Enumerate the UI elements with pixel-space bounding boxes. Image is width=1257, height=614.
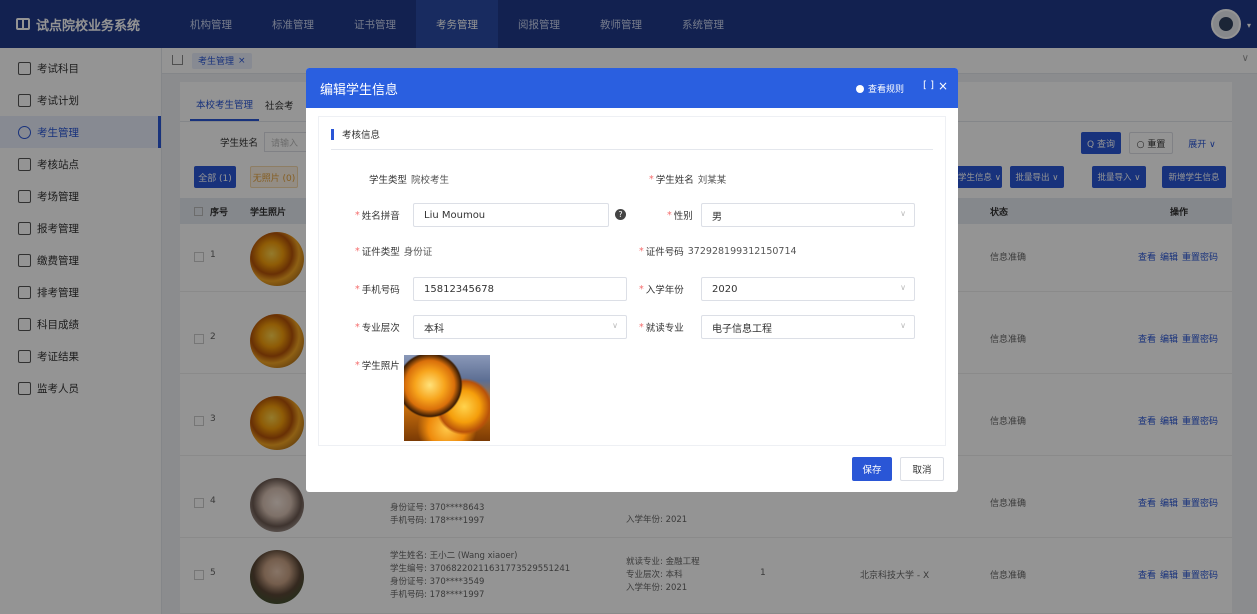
dialog-title: 编辑学生信息 <box>320 82 399 98</box>
chevron-down-icon: ∨ <box>612 321 618 330</box>
cancel-button[interactable]: 取消 <box>900 457 944 481</box>
enroll-year-select[interactable]: 2020 ∨ <box>701 277 915 301</box>
major-select[interactable]: 电子信息工程 ∨ <box>701 315 915 339</box>
level-label-row: * 专业层次 <box>355 321 400 335</box>
photo-label-row: * 学生照片 <box>355 359 400 373</box>
id-number-field: * 证件号码 372928199312150714 <box>639 245 797 259</box>
section-bar <box>331 128 334 140</box>
gender-label-row: * 性别 <box>667 209 693 223</box>
phone-label-row: * 手机号码 <box>355 283 400 297</box>
pinyin-label-row: * 姓名拼音 <box>355 209 400 223</box>
view-rules-link[interactable]: 查看规则 <box>855 82 904 95</box>
major-label-row: * 就读专业 <box>639 321 684 335</box>
gender-select[interactable]: 男 ∨ <box>701 203 915 227</box>
student-type-field: 学生类型 院校考生 <box>369 175 450 186</box>
major-level-select[interactable]: 本科 ∨ <box>413 315 627 339</box>
section-title: 考核信息 <box>331 127 380 141</box>
chevron-down-icon: ∨ <box>900 321 906 330</box>
chevron-down-icon: ∨ <box>900 283 906 292</box>
student-photo-upload[interactable] <box>404 355 490 441</box>
id-type-field: * 证件类型 身份证 <box>355 245 433 259</box>
help-icon[interactable]: ? <box>615 209 626 220</box>
edit-student-dialog: 编辑学生信息 查看规则 [ ] × 考核信息 学生类型 院校考生 * 学生姓名 … <box>306 68 958 492</box>
phone-input[interactable]: 15812345678 <box>413 277 627 301</box>
pinyin-input[interactable]: Liu Moumou <box>413 203 609 227</box>
close-icon[interactable]: × <box>938 79 948 93</box>
divider <box>331 149 933 150</box>
student-name-field: * 学生姓名 刘某某 <box>649 173 727 187</box>
fullscreen-icon[interactable]: [ ] <box>923 80 934 91</box>
dialog-body: 考核信息 学生类型 院校考生 * 学生姓名 刘某某 * 姓名拼音 Liu Mou… <box>318 116 946 446</box>
year-label-row: * 入学年份 <box>639 283 684 297</box>
info-icon <box>855 84 864 93</box>
chevron-down-icon: ∨ <box>900 209 906 218</box>
dialog-header: 编辑学生信息 查看规则 [ ] × <box>306 68 958 108</box>
save-button[interactable]: 保存 <box>852 457 892 481</box>
